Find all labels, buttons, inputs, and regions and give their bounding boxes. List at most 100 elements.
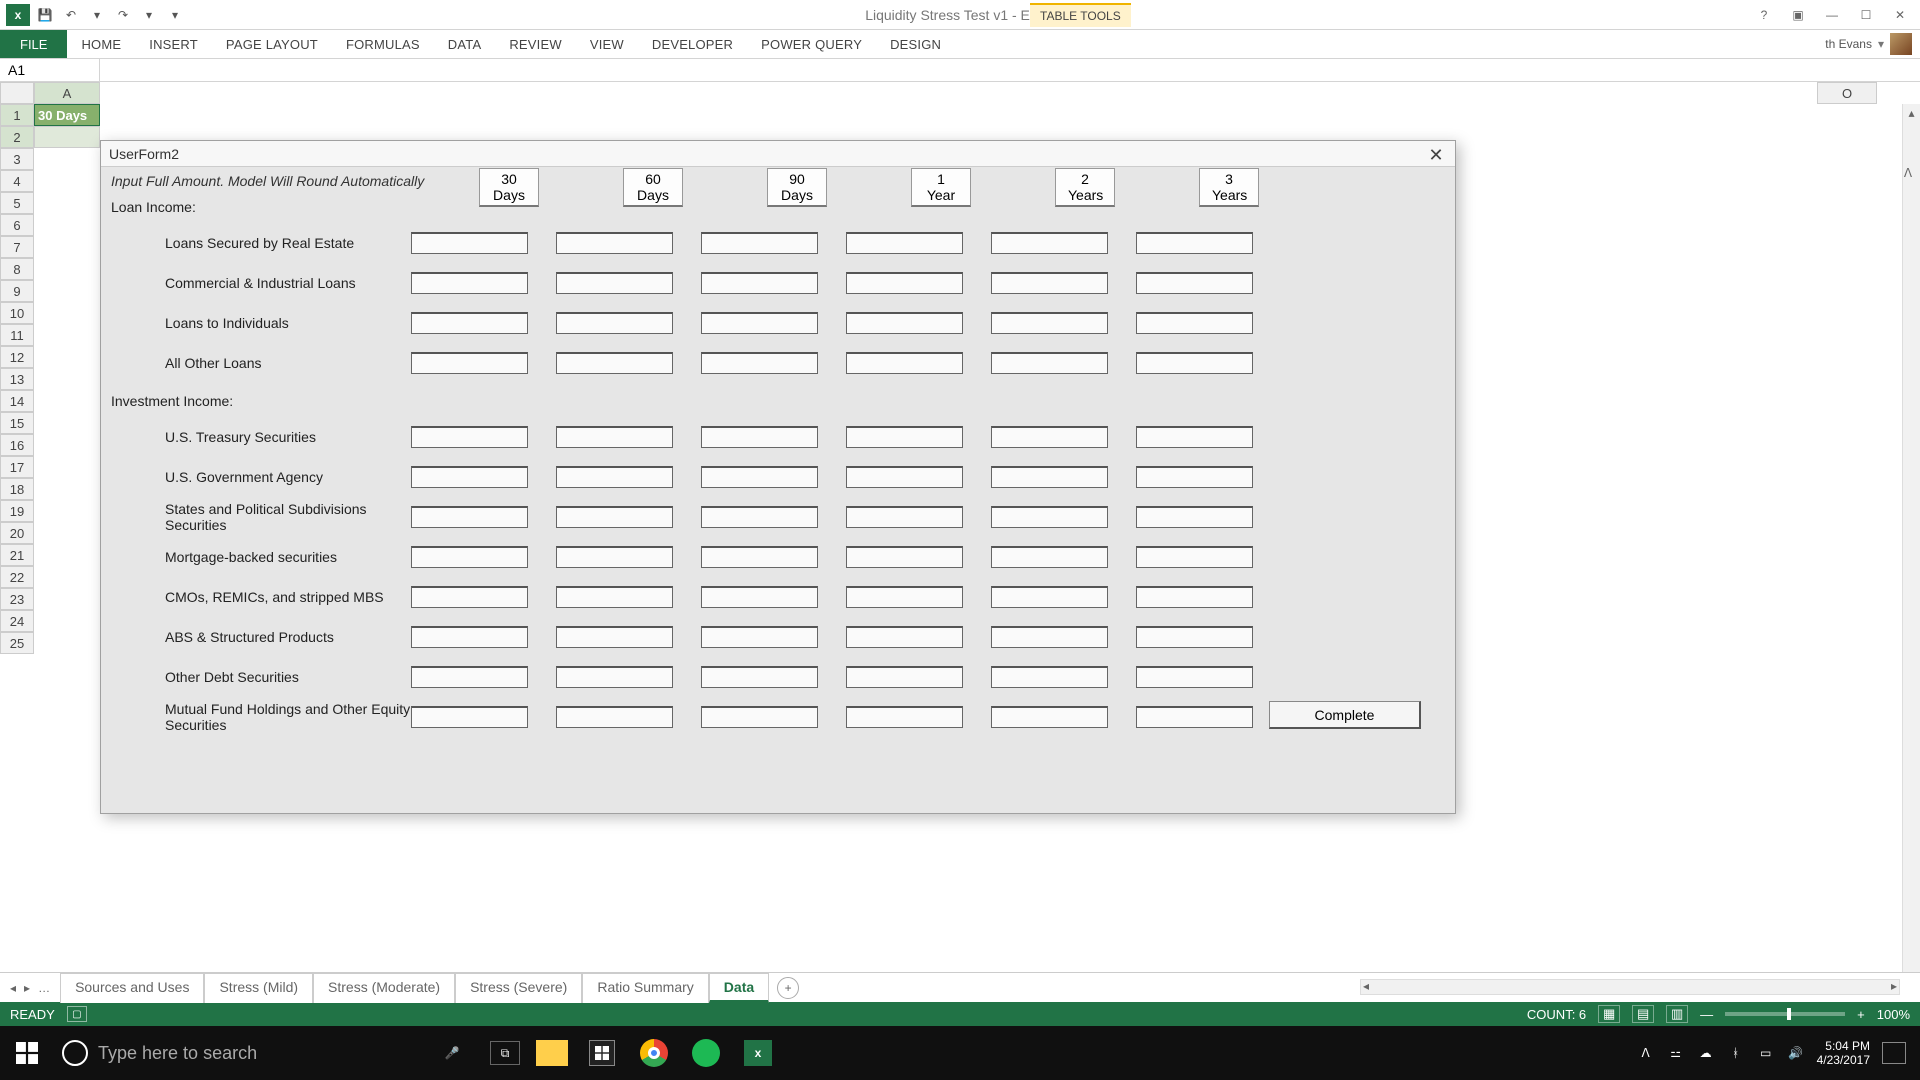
ribbon-tab-pagelayout[interactable]: PAGE LAYOUT [212,31,332,58]
help-icon[interactable]: ? [1750,4,1778,26]
amount-input[interactable] [846,272,963,294]
chrome-icon[interactable] [636,1035,672,1071]
amount-input[interactable] [846,586,963,608]
mic-icon[interactable]: 🎤 [434,1035,470,1071]
amount-input[interactable] [701,586,818,608]
ribbon-tab-review[interactable]: REVIEW [495,31,575,58]
select-all-corner[interactable] [0,82,34,104]
amount-input[interactable] [556,666,673,688]
row-header[interactable]: 22 [0,566,34,588]
worksheet-area[interactable]: A O 123456789101112131415161718192021222… [0,82,1920,972]
amount-input[interactable] [556,706,673,728]
amount-input[interactable] [991,666,1108,688]
ribbon-tab-formulas[interactable]: FORMULAS [332,31,434,58]
bluetooth-icon[interactable]: ᚼ [1727,1044,1745,1062]
amount-input[interactable] [991,272,1108,294]
minimize-icon[interactable]: — [1818,4,1846,26]
row-header[interactable]: 18 [0,478,34,500]
undo-icon[interactable]: ↶ [60,4,82,26]
amount-input[interactable] [1136,706,1253,728]
amount-input[interactable] [411,466,528,488]
amount-input[interactable] [991,506,1108,528]
start-button[interactable] [0,1026,54,1080]
name-box[interactable]: A1 [0,59,100,81]
amount-input[interactable] [991,466,1108,488]
sheet-tab[interactable]: Ratio Summary [582,973,708,1003]
row-header[interactable]: 13 [0,368,34,390]
file-tab[interactable]: FILE [0,30,67,58]
amount-input[interactable] [556,586,673,608]
amount-input[interactable] [991,426,1108,448]
amount-input[interactable] [411,426,528,448]
macro-record-icon[interactable]: ▢ [67,1006,87,1022]
amount-input[interactable] [1136,352,1253,374]
amount-input[interactable] [991,546,1108,568]
collapse-ribbon-icon[interactable]: ᐱ [1899,164,1917,182]
row-header[interactable]: 8 [0,258,34,280]
store-icon[interactable] [584,1035,620,1071]
vertical-scrollbar[interactable]: ▴ [1902,104,1920,972]
amount-input[interactable] [411,506,528,528]
amount-input[interactable] [556,546,673,568]
row-header[interactable]: 11 [0,324,34,346]
cell-a1[interactable]: 30 Days [34,104,100,126]
sheet-tab[interactable]: Stress (Mild) [204,973,313,1003]
row-header[interactable]: 2 [0,126,34,148]
row-header[interactable]: 24 [0,610,34,632]
row-header[interactable]: 5 [0,192,34,214]
taskbar-clock[interactable]: 5:04 PM 4/23/2017 [1817,1039,1870,1068]
amount-input[interactable] [1136,312,1253,334]
spotify-icon[interactable] [688,1035,724,1071]
zoom-in-icon[interactable]: + [1857,1007,1865,1022]
column-header-o[interactable]: O [1817,82,1877,104]
amount-input[interactable] [701,466,818,488]
row-header[interactable]: 3 [0,148,34,170]
tray-chevron-icon[interactable]: ᐱ [1637,1044,1655,1062]
amount-input[interactable] [701,506,818,528]
amount-input[interactable] [1136,272,1253,294]
row-header[interactable]: 15 [0,412,34,434]
amount-input[interactable] [411,272,528,294]
amount-input[interactable] [556,352,673,374]
view-pagelayout-icon[interactable]: ▤ [1632,1005,1654,1023]
tab-nav-next-icon[interactable]: ▸ [24,981,30,995]
amount-input[interactable] [411,312,528,334]
ribbon-tab-design[interactable]: DESIGN [876,31,955,58]
amount-input[interactable] [991,352,1108,374]
amount-input[interactable] [846,506,963,528]
amount-input[interactable] [991,626,1108,648]
amount-input[interactable] [701,352,818,374]
row-header[interactable]: 17 [0,456,34,478]
scroll-up-icon[interactable]: ▴ [1903,104,1920,122]
row-header[interactable]: 10 [0,302,34,324]
add-sheet-icon[interactable]: + [777,977,799,999]
ribbon-tab-developer[interactable]: DEVELOPER [638,31,747,58]
row-header[interactable]: 20 [0,522,34,544]
amount-input[interactable] [701,232,818,254]
file-explorer-icon[interactable] [536,1040,568,1066]
amount-input[interactable] [411,586,528,608]
ribbon-tab-home[interactable]: HOME [67,31,135,58]
amount-input[interactable] [846,426,963,448]
row-header[interactable]: 16 [0,434,34,456]
ribbon-tab-powerquery[interactable]: POWER QUERY [747,31,876,58]
cell-a2[interactable] [34,126,100,148]
tab-nav-menu-icon[interactable]: … [38,981,50,995]
amount-input[interactable] [846,666,963,688]
row-header[interactable]: 25 [0,632,34,654]
row-header[interactable]: 4 [0,170,34,192]
onedrive-icon[interactable]: ☁ [1697,1044,1715,1062]
user-avatar[interactable] [1890,33,1912,55]
row-header[interactable]: 12 [0,346,34,368]
sheet-tab[interactable]: Sources and Uses [60,973,204,1003]
amount-input[interactable] [991,706,1108,728]
amount-input[interactable] [846,232,963,254]
taskbar-search[interactable]: Type here to search [54,1032,434,1074]
row-header[interactable]: 14 [0,390,34,412]
amount-input[interactable] [701,626,818,648]
amount-input[interactable] [1136,546,1253,568]
wifi-icon[interactable]: ⚍ [1667,1044,1685,1062]
sheet-tab[interactable]: Stress (Moderate) [313,973,455,1003]
view-normal-icon[interactable]: ▦ [1598,1005,1620,1023]
row-header[interactable]: 1 [0,104,34,126]
